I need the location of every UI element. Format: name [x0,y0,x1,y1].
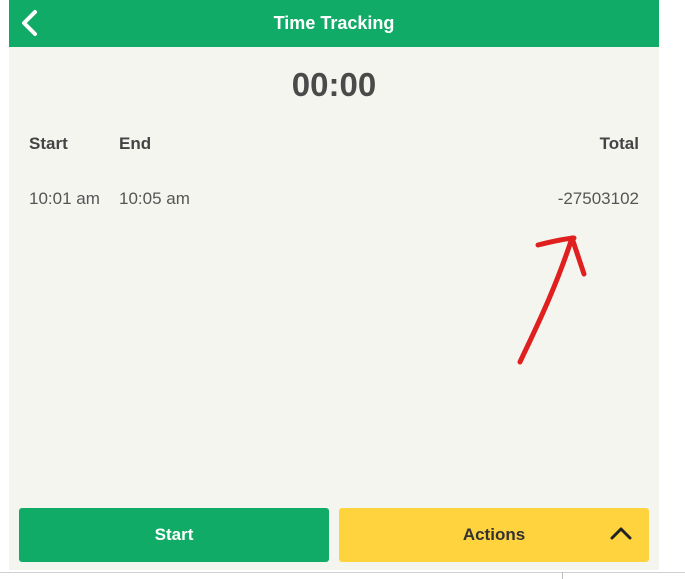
column-header-end: End [119,134,152,153]
timer-display: 00:00 [291,66,377,103]
start-button[interactable]: Start [19,508,329,562]
column-header-start: Start [29,134,68,153]
bottom-divider-tick [562,572,563,579]
chevron-up-icon [610,527,632,540]
red-arrow-annotation [517,235,587,365]
page-title: Time Tracking [273,13,395,33]
column-header-total: Total [599,134,639,153]
app-header: Time Tracking [9,0,659,47]
back-button[interactable] [15,6,45,40]
chevron-left-icon [22,10,37,36]
actions-button[interactable]: Actions [339,508,649,562]
start-button-label: Start [154,525,194,544]
actions-button-label: Actions [462,525,526,544]
bottom-divider [0,572,685,573]
row-start-time: 10:01 am [29,189,100,208]
row-end-time: 10:05 am [119,189,190,208]
row-total: -27503102 [557,189,639,208]
